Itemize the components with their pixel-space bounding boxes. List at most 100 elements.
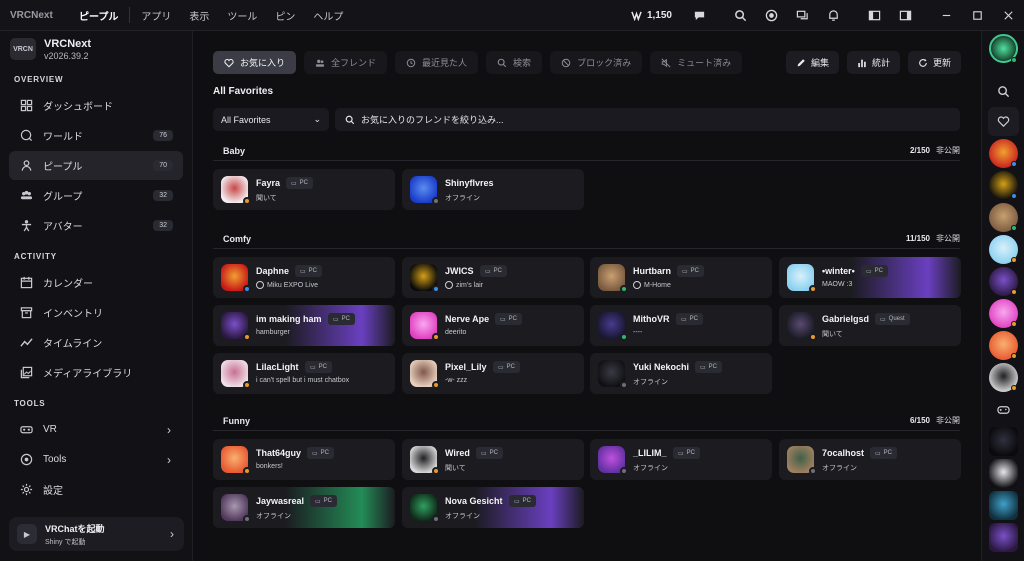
sidebar-item-vr[interactable]: VR › <box>9 415 183 444</box>
sidebar-item-media-library[interactable]: メディアライブラリ <box>9 358 183 387</box>
favorite-group: Baby 2/150 非公開 Fayra ▭ PC 聞いて Shinyflvres オフライン <box>213 141 960 210</box>
sidebar-item-tools[interactable]: Tools › <box>9 445 183 474</box>
friend-card[interactable]: Gabrielgsd ▭ Quest 聞いて <box>779 305 961 346</box>
record-button[interactable] <box>756 0 787 31</box>
sidebar-item-settings[interactable]: 設定 <box>9 475 183 504</box>
rail-app-shortcut[interactable] <box>989 427 1018 456</box>
friend-card[interactable]: Daphne ▭ PC Miku EXPO Live <box>213 257 395 298</box>
menu-view[interactable]: 表示 <box>180 8 218 23</box>
notifications-button[interactable] <box>818 0 849 31</box>
tab-blocked[interactable]: ブロック済み <box>550 51 643 74</box>
tab-favorites[interactable]: お気に入り <box>213 51 297 74</box>
toggle-right-panel-button[interactable] <box>890 0 921 31</box>
menu-help[interactable]: ヘルプ <box>304 8 352 23</box>
friend-card[interactable]: Fayra ▭ PC 聞いて <box>213 169 395 210</box>
tab-all-friends[interactable]: 全フレンド <box>304 51 388 74</box>
friend-card[interactable]: Wired ▭ PC 聞いて <box>402 439 584 480</box>
menu-pins[interactable]: ピン <box>266 8 304 23</box>
rail-games-button[interactable] <box>988 395 1019 424</box>
friend-card[interactable]: Yuki Nekochi ▭ PC オフライン <box>590 353 772 394</box>
sidebar-item-dashboard[interactable]: ダッシュボード <box>9 91 183 120</box>
friend-name: Yuki Nekochi <box>633 362 690 372</box>
menu-apps[interactable]: アプリ <box>132 8 180 23</box>
status-dot <box>809 333 817 341</box>
notifications-chat-button[interactable] <box>684 0 715 31</box>
maximize-button[interactable] <box>962 0 993 31</box>
monitor-icon: ▭ <box>481 450 487 457</box>
minimize-button[interactable] <box>931 0 962 31</box>
favorites-search-input[interactable]: お気に入りのフレンドを絞り込み... <box>335 108 960 131</box>
platform-label: PC <box>323 498 333 504</box>
friend-status-text: MAOW :3 <box>822 281 853 288</box>
inventory-icon <box>20 307 33 319</box>
friend-card[interactable]: Jaywasreal ▭ PC オフライン <box>213 487 395 528</box>
platform-label: PC <box>508 316 518 322</box>
sidebar-item-timeline[interactable]: タイムライン <box>9 328 183 357</box>
favorites-filter-select[interactable]: All Favorites ⌄ <box>213 108 329 131</box>
group-visibility[interactable]: 非公開 <box>936 233 960 244</box>
tab-muted[interactable]: ミュート済み <box>650 51 743 74</box>
friend-card[interactable]: JWICS ▭ PC zim's lair <box>402 257 584 298</box>
sidebar-item-label: ワールド <box>43 132 83 143</box>
group-count: 11/150 <box>905 234 930 243</box>
refresh-button[interactable]: 更新 <box>907 51 961 74</box>
friend-card[interactable]: That64guy ▭ PC bonkers! <box>213 439 395 480</box>
menu-people[interactable]: ピープル <box>70 8 127 23</box>
vrc-credits[interactable]: 1,150 <box>631 10 672 21</box>
platform-label: PC <box>489 450 499 456</box>
rail-app-shortcut[interactable] <box>989 523 1018 552</box>
friend-card[interactable]: •winter• ▭ PC MAOW :3 <box>779 257 961 298</box>
status-dot <box>243 333 251 341</box>
sidebar-item-people[interactable]: ピープル 70 <box>9 151 183 180</box>
tab-search[interactable]: 検索 <box>486 51 543 74</box>
friend-card[interactable]: Shinyflvres オフライン <box>402 169 584 210</box>
friend-card[interactable]: 7ocalhost ▭ PC オフライン <box>779 439 961 480</box>
friend-name: Hurtbarn <box>633 266 671 276</box>
toolbar-actions: 編集 統計 更新 <box>785 51 961 74</box>
rail-favorites-button[interactable] <box>988 107 1019 136</box>
platform-badge: ▭ PC <box>476 447 504 459</box>
group-visibility[interactable]: 非公開 <box>936 415 960 426</box>
friend-name: Pixel_Lily <box>445 362 487 372</box>
dashboard-icon <box>20 99 33 112</box>
group-visibility[interactable]: 非公開 <box>936 145 960 156</box>
platform-label: PC <box>874 268 884 274</box>
tab-recently-seen[interactable]: 最近見た人 <box>395 51 479 74</box>
launch-vrchat-button[interactable]: ▶ VRChatを起動 Shiny で起動 › <box>9 517 184 551</box>
close-button[interactable] <box>993 0 1024 31</box>
group-icon <box>20 190 33 200</box>
sidebar-item-avatars[interactable]: アバター 32 <box>9 211 183 240</box>
rail-app-shortcut[interactable] <box>989 459 1018 488</box>
rail-search-button[interactable] <box>988 77 1019 106</box>
friend-status-text: オフライン <box>445 195 480 202</box>
friend-status-text: zim's lair <box>456 281 484 289</box>
rail-app-shortcut[interactable] <box>989 491 1018 520</box>
friend-card[interactable]: Nerve Ape ▭ PC deerito <box>402 305 584 346</box>
edit-button[interactable]: 編集 <box>785 51 839 74</box>
status-dot <box>432 333 440 341</box>
sidebar-item-worlds[interactable]: ワールド 76 <box>9 121 183 150</box>
search-button[interactable] <box>725 0 756 31</box>
friend-card[interactable]: Hurtbarn ▭ PC M-Home <box>590 257 772 298</box>
friend-name: 7ocalhost <box>822 448 865 458</box>
chat-icon <box>694 11 705 21</box>
messages-button[interactable] <box>787 0 818 31</box>
friend-name: JWICS <box>445 266 474 276</box>
toggle-left-panel-button[interactable] <box>859 0 890 31</box>
status-dot <box>809 285 817 293</box>
stats-button[interactable]: 統計 <box>846 51 900 74</box>
friend-card[interactable]: LilacLight ▭ PC i can't spell but i must ch… <box>213 353 395 394</box>
friend-card[interactable]: MithoVR ▭ PC ---- <box>590 305 772 346</box>
menu-tools[interactable]: ツール <box>218 8 266 23</box>
menu-bar: ピープル アプリ 表示 ツール ピン ヘルプ <box>70 0 352 31</box>
friend-card[interactable]: _LILIM_ ▭ PC オフライン <box>590 439 772 480</box>
sidebar-item-groups[interactable]: グループ 32 <box>9 181 183 210</box>
app-name: VRCNext <box>44 37 92 50</box>
sidebar-item-calendar[interactable]: カレンダー <box>9 268 183 297</box>
heart-icon <box>224 58 234 67</box>
friend-status: 聞いて <box>822 329 843 339</box>
friend-card[interactable]: Nova Gesicht ▭ PC オフライン <box>402 487 584 528</box>
friend-card[interactable]: Pixel_Lily ▭ PC -w- zzz <box>402 353 584 394</box>
friend-card[interactable]: im making ham ▭ PC hamburger <box>213 305 395 346</box>
sidebar-item-inventory[interactable]: インベントリ <box>9 298 183 327</box>
